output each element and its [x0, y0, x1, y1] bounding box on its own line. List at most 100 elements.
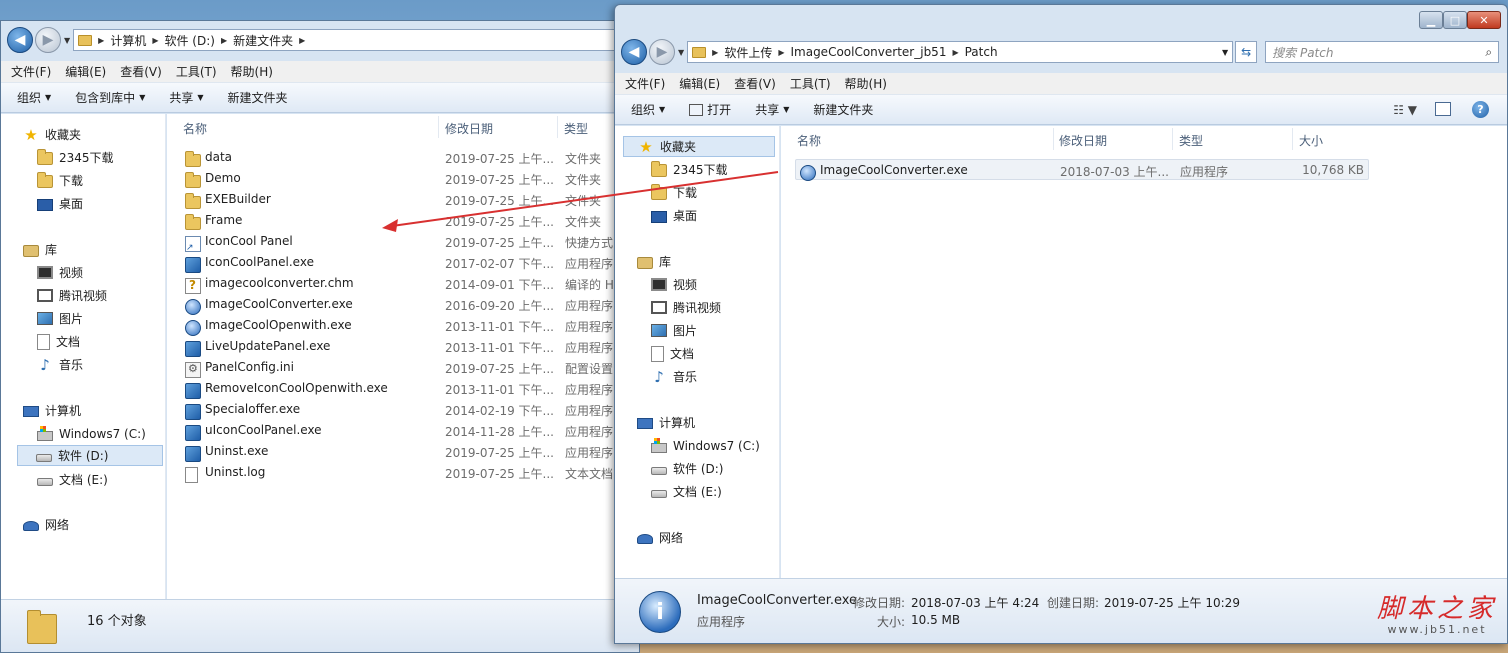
nav-item-downloads[interactable]: 下载 [37, 170, 165, 191]
nav-item-drive-c[interactable]: Windows7 (C:) [37, 423, 165, 444]
breadcrumb-item[interactable]: 计算机 [110, 32, 146, 49]
nav-item-tencent-video[interactable]: 腾讯视频 [37, 285, 165, 306]
chevron-right-icon[interactable]: ▶ [152, 36, 158, 45]
breadcrumb-item[interactable]: 软件上传 [724, 44, 772, 61]
chevron-right-icon[interactable]: ▶ [98, 36, 104, 45]
open-button[interactable]: 打开 [689, 101, 731, 118]
maximize-button[interactable]: □ [1443, 11, 1467, 29]
table-row[interactable]: IconCool Panel 2019-07-25 上午... 快捷方式 [167, 231, 639, 253]
column-date[interactable]: 修改日期 [445, 120, 493, 137]
nav-item-videos[interactable]: 视频 [651, 274, 779, 295]
address-bar[interactable]: ▶ 计算机 ▶ 软件 (D:) ▶ 新建文件夹 ▶ [73, 29, 634, 51]
nav-item-documents[interactable]: 文档 [37, 331, 165, 352]
new-folder-button[interactable]: 新建文件夹 [228, 89, 288, 106]
menu-view[interactable]: 查看(V) [734, 75, 776, 92]
nav-item-music[interactable]: ♪ 音乐 [651, 366, 779, 387]
nav-favorites[interactable]: ★ 收藏夹 [623, 136, 775, 157]
chevron-right-icon[interactable]: ▶ [778, 48, 784, 57]
nav-item-pictures[interactable]: 图片 [651, 320, 779, 341]
column-divider[interactable] [1172, 128, 1173, 150]
minimize-button[interactable]: ▁ [1419, 11, 1443, 29]
new-folder-button[interactable]: 新建文件夹 [813, 101, 873, 118]
nav-item-2345-download[interactable]: 2345下载 [651, 159, 779, 180]
table-row[interactable]: uIconCoolPanel.exe 2014-11-28 上午... 应用程序 [167, 420, 639, 441]
column-divider[interactable] [1053, 128, 1054, 150]
table-row[interactable]: PanelConfig.ini 2019-07-25 上午... 配置设置 [167, 357, 639, 378]
table-row[interactable]: Demo 2019-07-25 上午... 文件夹 [167, 168, 639, 189]
menu-file[interactable]: 文件(F) [11, 63, 51, 80]
table-row[interactable]: IconCoolPanel.exe 2017-02-07 下午... 应用程序 [167, 252, 639, 273]
refresh-icon[interactable]: ⇆ [1235, 41, 1258, 63]
column-size[interactable]: 大小 [1299, 132, 1323, 149]
table-row[interactable]: data 2019-07-25 上午... 文件夹 [167, 147, 639, 168]
breadcrumb-item[interactable]: 软件 (D:) [164, 32, 214, 49]
nav-item-desktop[interactable]: 桌面 [651, 205, 779, 226]
search-input[interactable]: 搜索 Patch ⌕ [1265, 41, 1500, 63]
nav-item-downloads[interactable]: 下载 [651, 182, 779, 203]
nav-item-pictures[interactable]: 图片 [37, 308, 165, 329]
nav-network[interactable]: 网络 [23, 514, 165, 535]
search-icon[interactable]: ⌕ [1485, 45, 1492, 60]
column-name[interactable]: 名称 [183, 120, 207, 137]
menu-tools[interactable]: 工具(T) [790, 75, 831, 92]
nav-item-2345-download[interactable]: 2345下载 [37, 147, 165, 168]
nav-item-drive-e[interactable]: 文档 (E:) [37, 469, 165, 490]
nav-item-drive-c[interactable]: Windows7 (C:) [651, 435, 779, 456]
forward-button[interactable]: ▶ [649, 39, 675, 65]
nav-item-drive-d[interactable]: 软件 (D:) [651, 458, 779, 479]
nav-libraries[interactable]: 库 [23, 239, 165, 260]
menu-edit[interactable]: 编辑(E) [65, 63, 106, 80]
share-button[interactable]: 共享 ▼ [755, 101, 789, 118]
column-type[interactable]: 类型 [564, 120, 588, 137]
column-name[interactable]: 名称 [797, 132, 821, 149]
include-in-library-button[interactable]: 包含到库中 ▼ [75, 89, 145, 106]
column-date[interactable]: 修改日期 [1059, 132, 1107, 149]
back-button[interactable]: ◀ [7, 27, 33, 53]
nav-network[interactable]: 网络 [637, 527, 779, 548]
nav-favorites[interactable]: ★ 收藏夹 [23, 124, 165, 145]
table-row[interactable]: ImageCoolConverter.exe 2016-09-20 上午... 应用… [167, 294, 639, 315]
table-row[interactable]: Specialoffer.exe 2014-02-19 下午... 应用程序 [167, 399, 639, 420]
table-row[interactable]: imagecoolconverter.chm 2014-09-01 下午... 编译… [167, 273, 639, 294]
share-button[interactable]: 共享 ▼ [169, 89, 203, 106]
column-type[interactable]: 类型 [1179, 132, 1203, 149]
breadcrumb-item[interactable]: 新建文件夹 [233, 32, 293, 49]
chevron-right-icon[interactable]: ▶ [299, 36, 305, 45]
table-row[interactable]: Uninst.exe 2019-07-25 上午... 应用程序 [167, 441, 639, 462]
organize-button[interactable]: 组织 ▼ [17, 89, 51, 106]
table-row[interactable]: EXEBuilder 2019-07-25 上午... 文件夹 [167, 189, 639, 210]
history-dropdown[interactable]: ▼ [678, 48, 684, 57]
breadcrumb-item[interactable]: Patch [965, 45, 998, 59]
nav-item-drive-d[interactable]: 软件 (D:) [17, 445, 163, 466]
column-divider[interactable] [438, 116, 439, 138]
nav-item-drive-e[interactable]: 文档 (E:) [651, 481, 779, 502]
nav-libraries[interactable]: 库 [637, 251, 779, 272]
forward-button[interactable]: ▶ [35, 27, 61, 53]
table-row[interactable]: LiveUpdatePanel.exe 2013-11-01 下午... 应用程序 [167, 336, 639, 357]
nav-item-music[interactable]: ♪ 音乐 [37, 354, 165, 375]
nav-computer[interactable]: 计算机 [637, 412, 779, 433]
help-icon[interactable]: ? [1472, 101, 1489, 118]
address-bar[interactable]: ▶ 软件上传 ▶ ImageCoolConverter_jb51 ▶ Patch… [687, 41, 1234, 63]
history-dropdown[interactable]: ▼ [64, 36, 70, 45]
table-row[interactable]: ImageCoolOpenwith.exe 2013-11-01 下午... 应用程… [167, 315, 639, 336]
view-options-icon[interactable]: ☷ ▼ [1393, 103, 1417, 117]
nav-item-videos[interactable]: 视频 [37, 262, 165, 283]
table-row[interactable]: RemoveIconCoolOpenwith.exe 2013-11-01 下午.… [167, 378, 639, 399]
table-row[interactable]: Uninst.log 2019-07-25 上午... 文本文档 [167, 462, 639, 483]
menu-edit[interactable]: 编辑(E) [679, 75, 720, 92]
nav-item-tencent-video[interactable]: 腾讯视频 [651, 297, 779, 318]
close-button[interactable]: ✕ [1467, 11, 1501, 29]
nav-item-documents[interactable]: 文档 [651, 343, 779, 364]
chevron-right-icon[interactable]: ▶ [712, 48, 718, 57]
back-button[interactable]: ◀ [621, 39, 647, 65]
column-divider[interactable] [1292, 128, 1293, 150]
preview-pane-icon[interactable] [1435, 102, 1451, 116]
menu-help[interactable]: 帮助(H) [845, 75, 887, 92]
chevron-right-icon[interactable]: ▶ [221, 36, 227, 45]
chevron-right-icon[interactable]: ▶ [952, 48, 958, 57]
nav-item-desktop[interactable]: 桌面 [37, 193, 165, 214]
menu-tools[interactable]: 工具(T) [176, 63, 217, 80]
address-dropdown-icon[interactable]: ▼ [1222, 48, 1228, 57]
menu-help[interactable]: 帮助(H) [231, 63, 273, 80]
